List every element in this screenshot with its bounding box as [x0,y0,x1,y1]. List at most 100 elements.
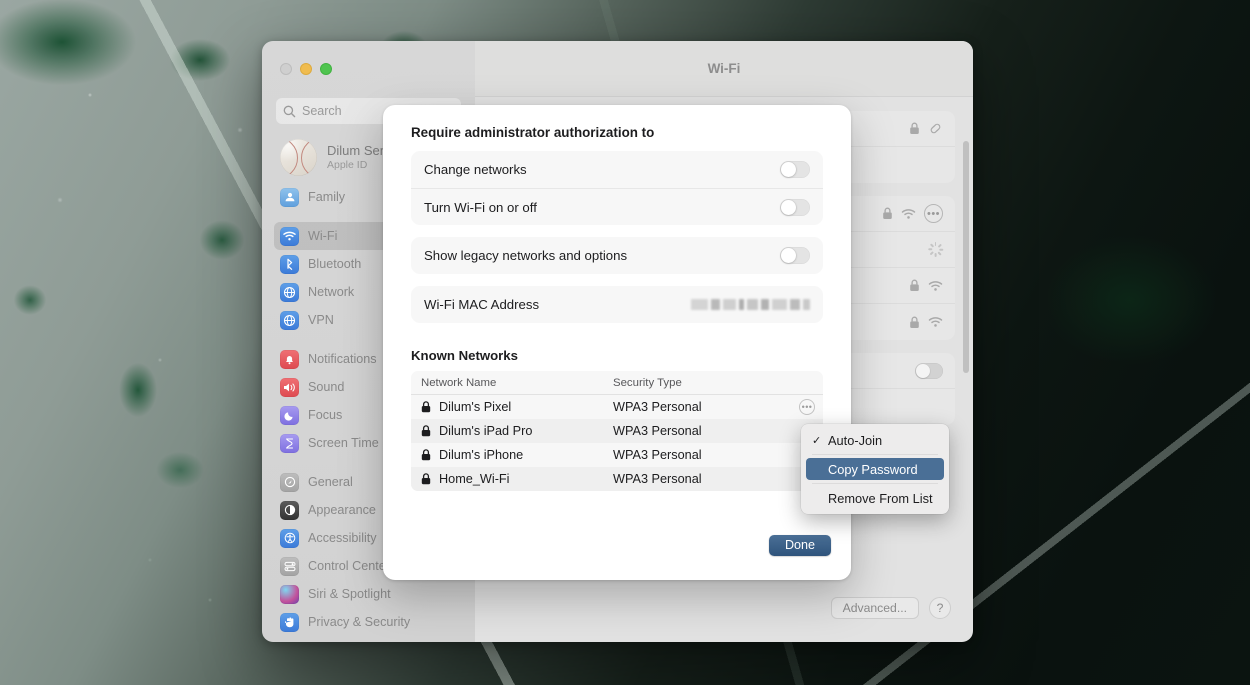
detail-footer: Advanced... ? [475,584,973,642]
mac-address-label: Wi-Fi MAC Address [424,297,540,312]
table-row[interactable]: Dilum's Pixel WPA3 Personal ••• [411,395,823,419]
security-type: WPA3 Personal [613,400,702,414]
mac-address-card: Wi-Fi MAC Address [411,286,823,323]
column-header-network-name: Network Name [421,376,497,389]
known-networks-heading: Known Networks [411,348,518,363]
sound-icon [280,377,299,397]
pref-row-mac: Wi-Fi MAC Address [411,286,823,323]
mac-address-value-redacted [691,299,810,310]
search-placeholder: Search [302,104,342,118]
pref-label: Change networks [424,162,527,177]
network-name: Dilum's Pixel [439,400,512,414]
avatar [280,139,317,176]
auth-options-card: Change networks Turn Wi-Fi on or off [411,151,823,225]
maximize-button[interactable] [320,63,332,75]
pref-row-legacy[interactable]: Show legacy networks and options [411,237,823,274]
help-button[interactable]: ? [929,597,951,619]
sidebar-item-label: Privacy & Security [308,615,411,629]
sidebar-item-label: Accessibility [308,531,377,545]
menu-item-remove-from-list[interactable]: Remove From List [806,487,944,509]
sheet-title: Require administrator authorization to [411,125,655,140]
scrollbar[interactable] [963,141,969,373]
check-icon: ✓ [812,434,822,447]
turn-wifi-toggle[interactable] [780,198,810,216]
lock-icon [910,122,919,134]
pref-label: Turn Wi-Fi on or off [424,199,537,215]
spinner-icon [927,242,943,257]
menu-separator [812,483,938,484]
wifi-signal-icon [928,280,943,291]
network-name: Dilum's iPhone [439,448,524,462]
wifi-advanced-sheet: Require administrator authorization to C… [383,105,851,580]
control-center-icon [280,556,299,576]
sidebar-item-siri-spotlight[interactable]: Siri & Spotlight [274,580,463,608]
sidebar-item-privacy-security[interactable]: Privacy & Security [274,608,463,636]
accessibility-icon [280,528,299,548]
sidebar-item-label: Appearance [308,503,376,517]
sidebar-item-label: General [308,475,353,489]
change-networks-toggle[interactable] [780,161,810,178]
network-icon [280,282,299,302]
account-subtitle: Apple ID [327,159,368,171]
table-row[interactable]: Dilum's iPhone WPA3 Personal [411,443,823,467]
pref-row-change-networks[interactable]: Change networks [411,151,823,188]
notifications-icon [280,349,299,369]
wifi-signal-icon [901,208,916,219]
sidebar-item-label: Focus [308,408,343,422]
lock-icon [883,207,892,219]
sidebar-item-label: Screen Time [308,436,379,450]
search-icon [283,105,296,117]
close-button[interactable] [280,63,292,75]
siri-icon [280,584,299,604]
account-name: Dilum Sen [327,143,387,159]
lock-icon [421,473,431,485]
sidebar-item-label: Sound [308,380,345,394]
lock-icon [910,316,919,328]
menu-item-label: Remove From List [828,490,933,506]
page-title: Wi-Fi [707,61,741,76]
lock-icon [421,401,431,413]
sidebar-item-label: Wi-Fi [308,229,338,243]
network-name: Home_Wi-Fi [439,472,510,486]
table-header: Network Name Security Type [411,371,823,395]
security-type: WPA3 Personal [613,424,702,438]
done-button[interactable]: Done [769,534,831,556]
detail-header: Wi-Fi [475,41,973,97]
focus-icon [280,405,299,425]
legacy-networks-toggle[interactable] [780,247,810,264]
link-icon [930,123,941,134]
known-networks-table: Network Name Security Type Dilum's Pixel… [411,371,823,491]
more-icon[interactable]: ••• [924,204,943,223]
screen-time-icon [280,433,299,453]
advanced-button[interactable]: Advanced... [830,597,919,619]
sidebar-item-label: Family [308,190,346,204]
sidebar-item-label: Siri & Spotlight [308,587,391,601]
menu-item-copy-password[interactable]: Copy Password [806,458,944,480]
sidebar-item-label: VPN [308,313,334,327]
table-row[interactable]: Home_Wi-Fi WPA3 Personal [411,467,823,491]
table-row[interactable]: Dilum's iPad Pro WPA3 Personal [411,419,823,443]
bg-toggle[interactable] [915,362,943,379]
sidebar-item-label: Bluetooth [308,257,362,271]
menu-item-label: Auto-Join [828,432,883,448]
menu-item-auto-join[interactable]: ✓ Auto-Join [806,429,944,451]
sheet-footer: Done [383,518,851,580]
minimize-button[interactable] [300,63,312,75]
privacy-icon [280,612,299,632]
legacy-networks-card: Show legacy networks and options [411,237,823,274]
pref-row-turn-wifi[interactable]: Turn Wi-Fi on or off [411,188,823,225]
security-type: WPA3 Personal [613,448,702,462]
general-icon [280,472,299,492]
sidebar-item-label: Control Center [308,559,390,573]
appearance-icon [280,500,299,520]
lock-icon [910,279,919,291]
menu-separator [812,454,938,455]
row-more-icon[interactable]: ••• [799,399,815,415]
column-header-security-type: Security Type [613,376,682,389]
security-type: WPA3 Personal [613,472,702,486]
network-name: Dilum's iPad Pro [439,424,533,438]
network-context-menu: ✓ Auto-Join Copy Password Remove From Li… [801,424,949,514]
wifi-icon [280,226,299,246]
lock-icon [421,425,431,437]
menu-item-label: Copy Password [828,461,918,477]
